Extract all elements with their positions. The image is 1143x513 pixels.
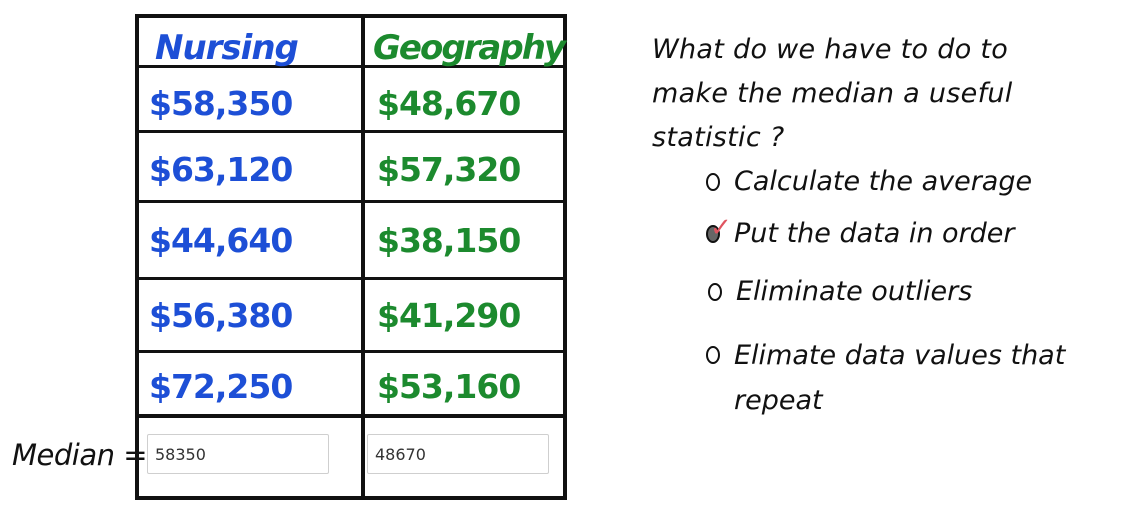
option-label: Put the data in order — [734, 218, 1015, 249]
option-eliminate-repeats[interactable]: Elimate data values that repeat — [706, 333, 1126, 423]
option-calculate-average[interactable]: Calculate the average — [706, 166, 1032, 197]
geography-header: Geography — [373, 28, 566, 68]
radio-button[interactable] — [706, 346, 720, 364]
nursing-salary: $44,640 — [149, 221, 293, 260]
nursing-salary: $58,350 — [149, 84, 293, 123]
row-divider — [139, 350, 563, 353]
option-label: Eliminate outliers — [736, 276, 973, 307]
nursing-salary: $72,250 — [149, 367, 293, 406]
geography-salary: $57,320 — [377, 150, 521, 189]
geography-salary: $38,150 — [377, 221, 521, 260]
row-divider — [139, 277, 563, 280]
option-label: Calculate the average — [734, 166, 1033, 197]
lesson-board: Nursing Geography $58,350 $63,120 $44,64… — [0, 0, 1143, 513]
salary-table: Nursing Geography $58,350 $63,120 $44,64… — [135, 14, 567, 500]
row-divider — [139, 130, 563, 133]
median-label: Median = — [12, 438, 148, 472]
column-divider — [361, 18, 365, 496]
row-divider — [139, 414, 563, 418]
radio-button[interactable] — [708, 282, 722, 301]
geography-salary: $53,160 — [377, 367, 521, 406]
option-label: Elimate data values that repeat — [734, 340, 1066, 416]
nursing-header: Nursing — [155, 28, 299, 68]
geography-salary: $41,290 — [377, 296, 521, 335]
nursing-salary: $63,120 — [149, 150, 293, 189]
check-icon: ✓ — [710, 212, 732, 243]
question-text: What do we have to do to make the median… — [652, 34, 1013, 153]
radio-button[interactable] — [706, 172, 720, 191]
geography-median-input[interactable] — [367, 434, 549, 474]
option-put-in-order[interactable]: ✓ Put the data in order — [706, 215, 1015, 249]
radio-button-selected[interactable]: ✓ — [706, 215, 732, 243]
geography-salary: $48,670 — [377, 84, 521, 123]
nursing-median-input[interactable] — [147, 434, 329, 474]
nursing-salary: $56,380 — [149, 296, 293, 335]
row-divider — [139, 200, 563, 203]
option-eliminate-outliers[interactable]: Eliminate outliers — [708, 276, 972, 307]
